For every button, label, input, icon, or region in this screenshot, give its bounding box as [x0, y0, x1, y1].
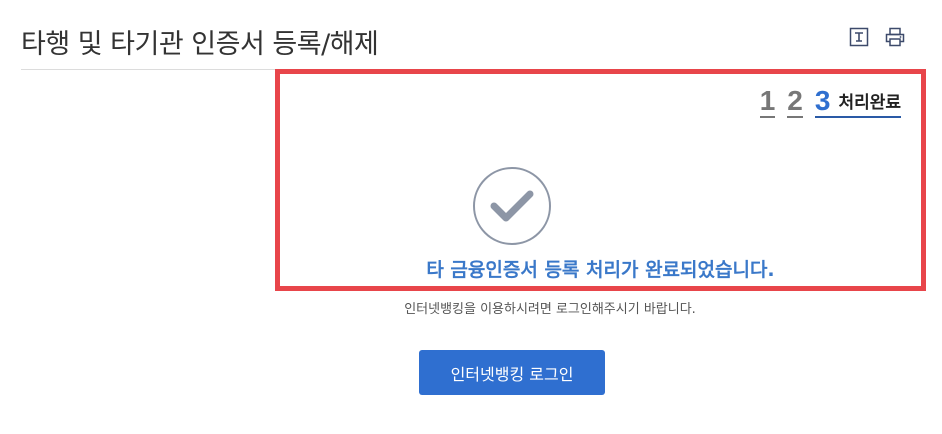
- step-3-label: 처리완료: [838, 93, 901, 113]
- header-tools: [848, 26, 906, 48]
- step-3-number: 3: [814, 85, 831, 116]
- check-icon: [473, 167, 551, 245]
- print-icon[interactable]: [884, 26, 906, 48]
- completion-message: 타 금융인증서 등록 처리가 완료되었습니다.: [426, 259, 775, 281]
- completion-panel: 1 2 3 처리완료 타 금융인증서 등록 처리가 완료되었습니다.: [275, 69, 926, 291]
- step-indicator: 1 2 3 처리완료: [759, 85, 901, 118]
- login-guide-text: 인터넷뱅킹을 이용하시려면 로그인해주시기 바랍니다.: [404, 302, 696, 317]
- step-3-current: 3 처리완료: [814, 85, 901, 118]
- step-1: 1: [759, 85, 776, 118]
- step-2: 2: [787, 85, 803, 118]
- text-size-icon[interactable]: [848, 26, 870, 48]
- internet-banking-login-button[interactable]: 인터넷뱅킹 로그인: [419, 350, 605, 395]
- page-title: 타행 및 타기관 인증서 등록/해제: [21, 29, 379, 60]
